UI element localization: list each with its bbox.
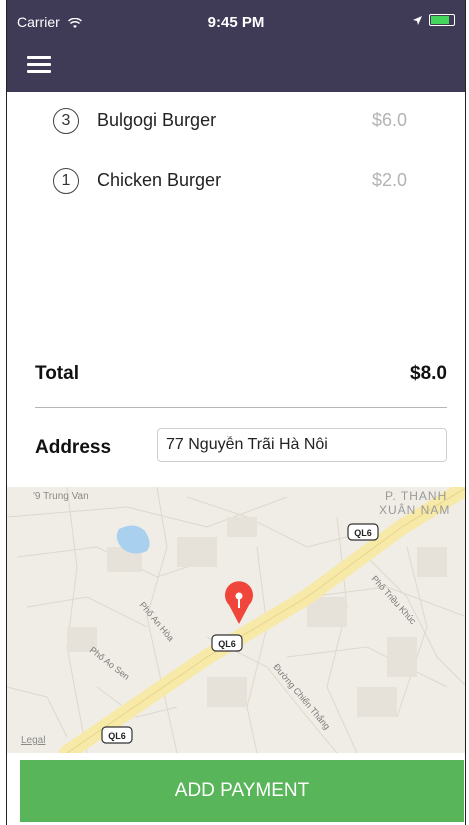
item-price: $6.0: [371, 110, 407, 130]
map-label: '9 Trung Van: [33, 491, 89, 502]
map-label: Phố An Hòa: [137, 600, 176, 643]
map-label: Phố Triều Khúc: [370, 574, 419, 627]
svg-text:QL6: QL6: [108, 731, 126, 741]
map-pin-icon[interactable]: [225, 581, 254, 624]
road-shield: QL6: [101, 726, 133, 744]
total-label: Total: [35, 363, 79, 384]
road-shield: QL6: [211, 634, 243, 652]
item-quantity-badge: 3: [53, 108, 79, 134]
svg-text:QL6: QL6: [218, 639, 236, 649]
item-quantity-badge: 1: [53, 168, 79, 194]
divider: [35, 407, 447, 408]
battery-icon: [429, 14, 455, 26]
road-shield: QL6: [347, 523, 379, 541]
hamburger-menu-icon[interactable]: [27, 56, 51, 74]
status-time: 9:45 PM: [207, 14, 265, 31]
map-canvas: QL6 QL6 QL6 '9 Trung Van P. THANH XUÂN N…: [7, 487, 465, 753]
status-bar: Carrier 9:45 PM: [7, 0, 465, 40]
map-view[interactable]: QL6 QL6 QL6 '9 Trung Van P. THANH XUÂN N…: [7, 487, 465, 753]
map-label: Đường Chiến Thắng: [271, 662, 332, 731]
add-payment-button[interactable]: ADD PAYMENT: [20, 760, 464, 822]
total-row: Total $8.0: [7, 355, 465, 395]
item-name: Chicken Burger: [97, 170, 222, 190]
location-arrow-icon: [413, 15, 422, 25]
order-item: 3 Bulgogi Burger $6.0: [7, 92, 465, 152]
order-item: 1 Chicken Burger $2.0: [7, 152, 465, 212]
status-right-icons: [412, 14, 455, 26]
map-label: XUÂN NAM: [379, 502, 450, 517]
map-label: Phố Ao Sen: [88, 645, 132, 682]
map-label: P. THANH: [385, 489, 447, 503]
nav-bar: [7, 40, 465, 92]
map-legal-link: Legal: [21, 735, 45, 746]
app-screen: Carrier 9:45 PM 3 Bulgogi Burger $6.0 1: [6, 0, 466, 825]
item-name: Bulgogi Burger: [97, 110, 217, 130]
item-price: $2.0: [371, 170, 407, 190]
address-input[interactable]: [157, 428, 447, 462]
total-value: $8.0: [410, 363, 447, 384]
address-label: Address: [35, 437, 112, 458]
svg-text:QL6: QL6: [354, 528, 372, 538]
